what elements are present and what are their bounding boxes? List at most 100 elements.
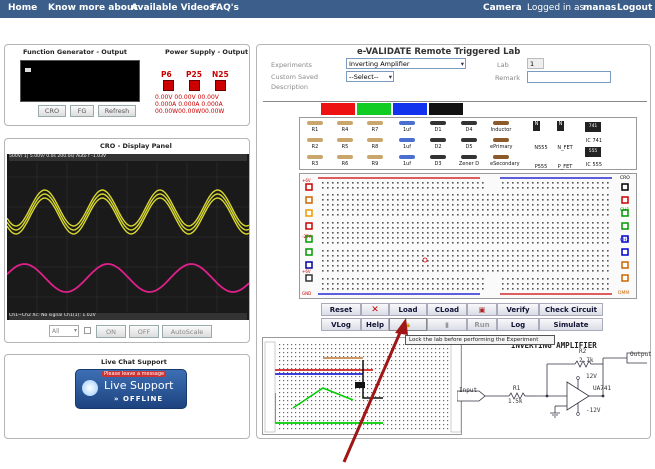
- left-label-3: +6V: [302, 269, 311, 274]
- channel-n25-label: N25: [212, 70, 229, 79]
- help-button[interactable]: Help: [361, 318, 389, 331]
- component-icon[interactable]: [430, 121, 446, 125]
- experiment-select[interactable]: Inverting Amplifier ▾: [346, 58, 466, 69]
- component-icon[interactable]: [399, 155, 415, 159]
- ic-n2-chip[interactable]: N: [557, 121, 564, 131]
- verify-button[interactable]: Verify: [497, 303, 539, 316]
- nav-logout-link[interactable]: Logout: [617, 3, 652, 13]
- component-icon[interactable]: [461, 121, 477, 125]
- experiments-label: Experiments: [271, 61, 312, 69]
- channel-select[interactable]: All ▾: [49, 325, 79, 337]
- component-label: D1: [434, 127, 442, 133]
- ic-741-chip[interactable]: 741: [585, 122, 601, 132]
- r2-value-label: 2.7k: [579, 357, 594, 364]
- nav-faq-link[interactable]: FAQ's: [211, 3, 239, 13]
- component-icon[interactable]: [337, 138, 353, 142]
- right-label-ch2: CH2: [620, 238, 630, 243]
- left-label-4: GND: [302, 291, 312, 296]
- ic-555-chip[interactable]: 555: [585, 147, 601, 157]
- component-icon[interactable]: [493, 121, 509, 125]
- color-swatch-blue[interactable]: [393, 103, 427, 115]
- vlog-button[interactable]: VLog: [321, 318, 361, 331]
- p25-current: 0.000A: [178, 101, 200, 108]
- ic-n-chip[interactable]: N: [533, 121, 540, 131]
- function-generator-title: Function Generator - Output: [23, 48, 127, 56]
- scope-status-top: 500V/ 1| 5.00V/ 0.0s 200.0s/ Auto f -1.0…: [9, 154, 247, 161]
- banner-status-label: » OFFLINE: [114, 395, 164, 403]
- component-label: R6: [341, 161, 349, 167]
- ic-555-chip-label: 555: [588, 149, 598, 154]
- simulate-button[interactable]: Simulate: [539, 318, 603, 331]
- component-icon[interactable]: [430, 138, 446, 142]
- autoscale-button[interactable]: AutoScale: [162, 325, 212, 338]
- color-swatch-black[interactable]: [429, 103, 463, 115]
- unlock-icon[interactable]: ▮: [427, 318, 467, 331]
- nav-videos-link[interactable]: Available Videos: [131, 3, 215, 13]
- component-icon[interactable]: [461, 155, 477, 159]
- custom-saved-select[interactable]: --Select-- ▾: [346, 71, 394, 82]
- nav-camera-link[interactable]: Camera: [483, 3, 522, 13]
- component-icon[interactable]: [399, 121, 415, 125]
- off-button[interactable]: OFF: [129, 325, 159, 338]
- fg-button[interactable]: FG: [70, 105, 94, 117]
- username-link[interactable]: manas: [583, 3, 616, 13]
- component-icon[interactable]: [367, 121, 383, 125]
- component-label: R2: [311, 144, 319, 150]
- check-circuit-button[interactable]: Check Circuit: [539, 303, 603, 316]
- r1-value-label: 1.5k: [508, 398, 523, 405]
- component-icon[interactable]: [307, 138, 323, 142]
- component-icon[interactable]: [493, 138, 509, 142]
- description-label: Description: [271, 83, 309, 91]
- component-icon[interactable]: [337, 121, 353, 125]
- cro-button[interactable]: CRO: [38, 105, 66, 117]
- component-icon[interactable]: [367, 138, 383, 142]
- remote-lab-panel: e-VALIDATE Remote Triggered Lab Experime…: [256, 44, 652, 439]
- opamp-label: UA741: [593, 385, 612, 392]
- input-port-label: Input: [459, 387, 478, 394]
- cload-button[interactable]: CLoad: [427, 303, 467, 316]
- log-button[interactable]: Log: [497, 318, 539, 331]
- component-icon[interactable]: [461, 138, 477, 142]
- p25-indicator-icon[interactable]: [189, 80, 200, 91]
- display-icon: [25, 68, 31, 72]
- ic-n555-label: N555: [534, 145, 548, 151]
- live-support-banner[interactable]: Please leave a message Live Support » OF…: [75, 369, 187, 409]
- component-label: D4: [465, 127, 473, 133]
- component-icon[interactable]: [493, 155, 509, 159]
- color-swatch-green[interactable]: [357, 103, 391, 115]
- component-label: Inductor: [490, 127, 512, 133]
- breadboard-grid[interactable]: [300, 174, 638, 300]
- component-label: R9: [371, 161, 379, 167]
- component-icon[interactable]: [307, 121, 323, 125]
- chevron-down-icon: ▾: [460, 60, 464, 68]
- component-icon[interactable]: [337, 155, 353, 159]
- channel-checkbox[interactable]: [84, 327, 91, 334]
- refresh-button[interactable]: Refresh: [98, 105, 136, 117]
- component-icon[interactable]: [399, 138, 415, 142]
- color-swatch-red[interactable]: [321, 103, 355, 115]
- nav-know-more-link[interactable]: Know more about: [48, 3, 138, 13]
- lock-icon[interactable]: 🔒︎: [389, 318, 427, 331]
- function-generator-panel: Function Generator - Output Power Supply…: [4, 44, 250, 126]
- delete-icon[interactable]: ✕: [361, 303, 389, 316]
- component-icon[interactable]: [430, 155, 446, 159]
- p6-indicator-icon[interactable]: [163, 80, 174, 91]
- save-icon[interactable]: ▣: [467, 303, 497, 316]
- on-button[interactable]: ON: [96, 325, 126, 338]
- component-icon[interactable]: [307, 155, 323, 159]
- reset-button[interactable]: Reset: [321, 303, 361, 316]
- component-label: R8: [371, 144, 379, 150]
- component-label: D5: [465, 144, 473, 150]
- n25-indicator-icon[interactable]: [215, 80, 226, 91]
- ic-n-label: N: [534, 121, 539, 127]
- nav-home-link[interactable]: Home: [8, 3, 37, 13]
- logged-in-label: Logged in as: [527, 3, 585, 13]
- component-icon[interactable]: [367, 155, 383, 159]
- load-button[interactable]: Load: [389, 303, 427, 316]
- experiment-select-value: Inverting Amplifier: [349, 60, 410, 68]
- custom-saved-label: Custom Saved: [271, 73, 319, 81]
- left-label-2: -25V: [302, 234, 312, 239]
- run-button[interactable]: Run: [467, 318, 497, 331]
- cro-panel-title: CRO - Display Panel: [100, 142, 172, 150]
- remark-input[interactable]: [527, 71, 611, 83]
